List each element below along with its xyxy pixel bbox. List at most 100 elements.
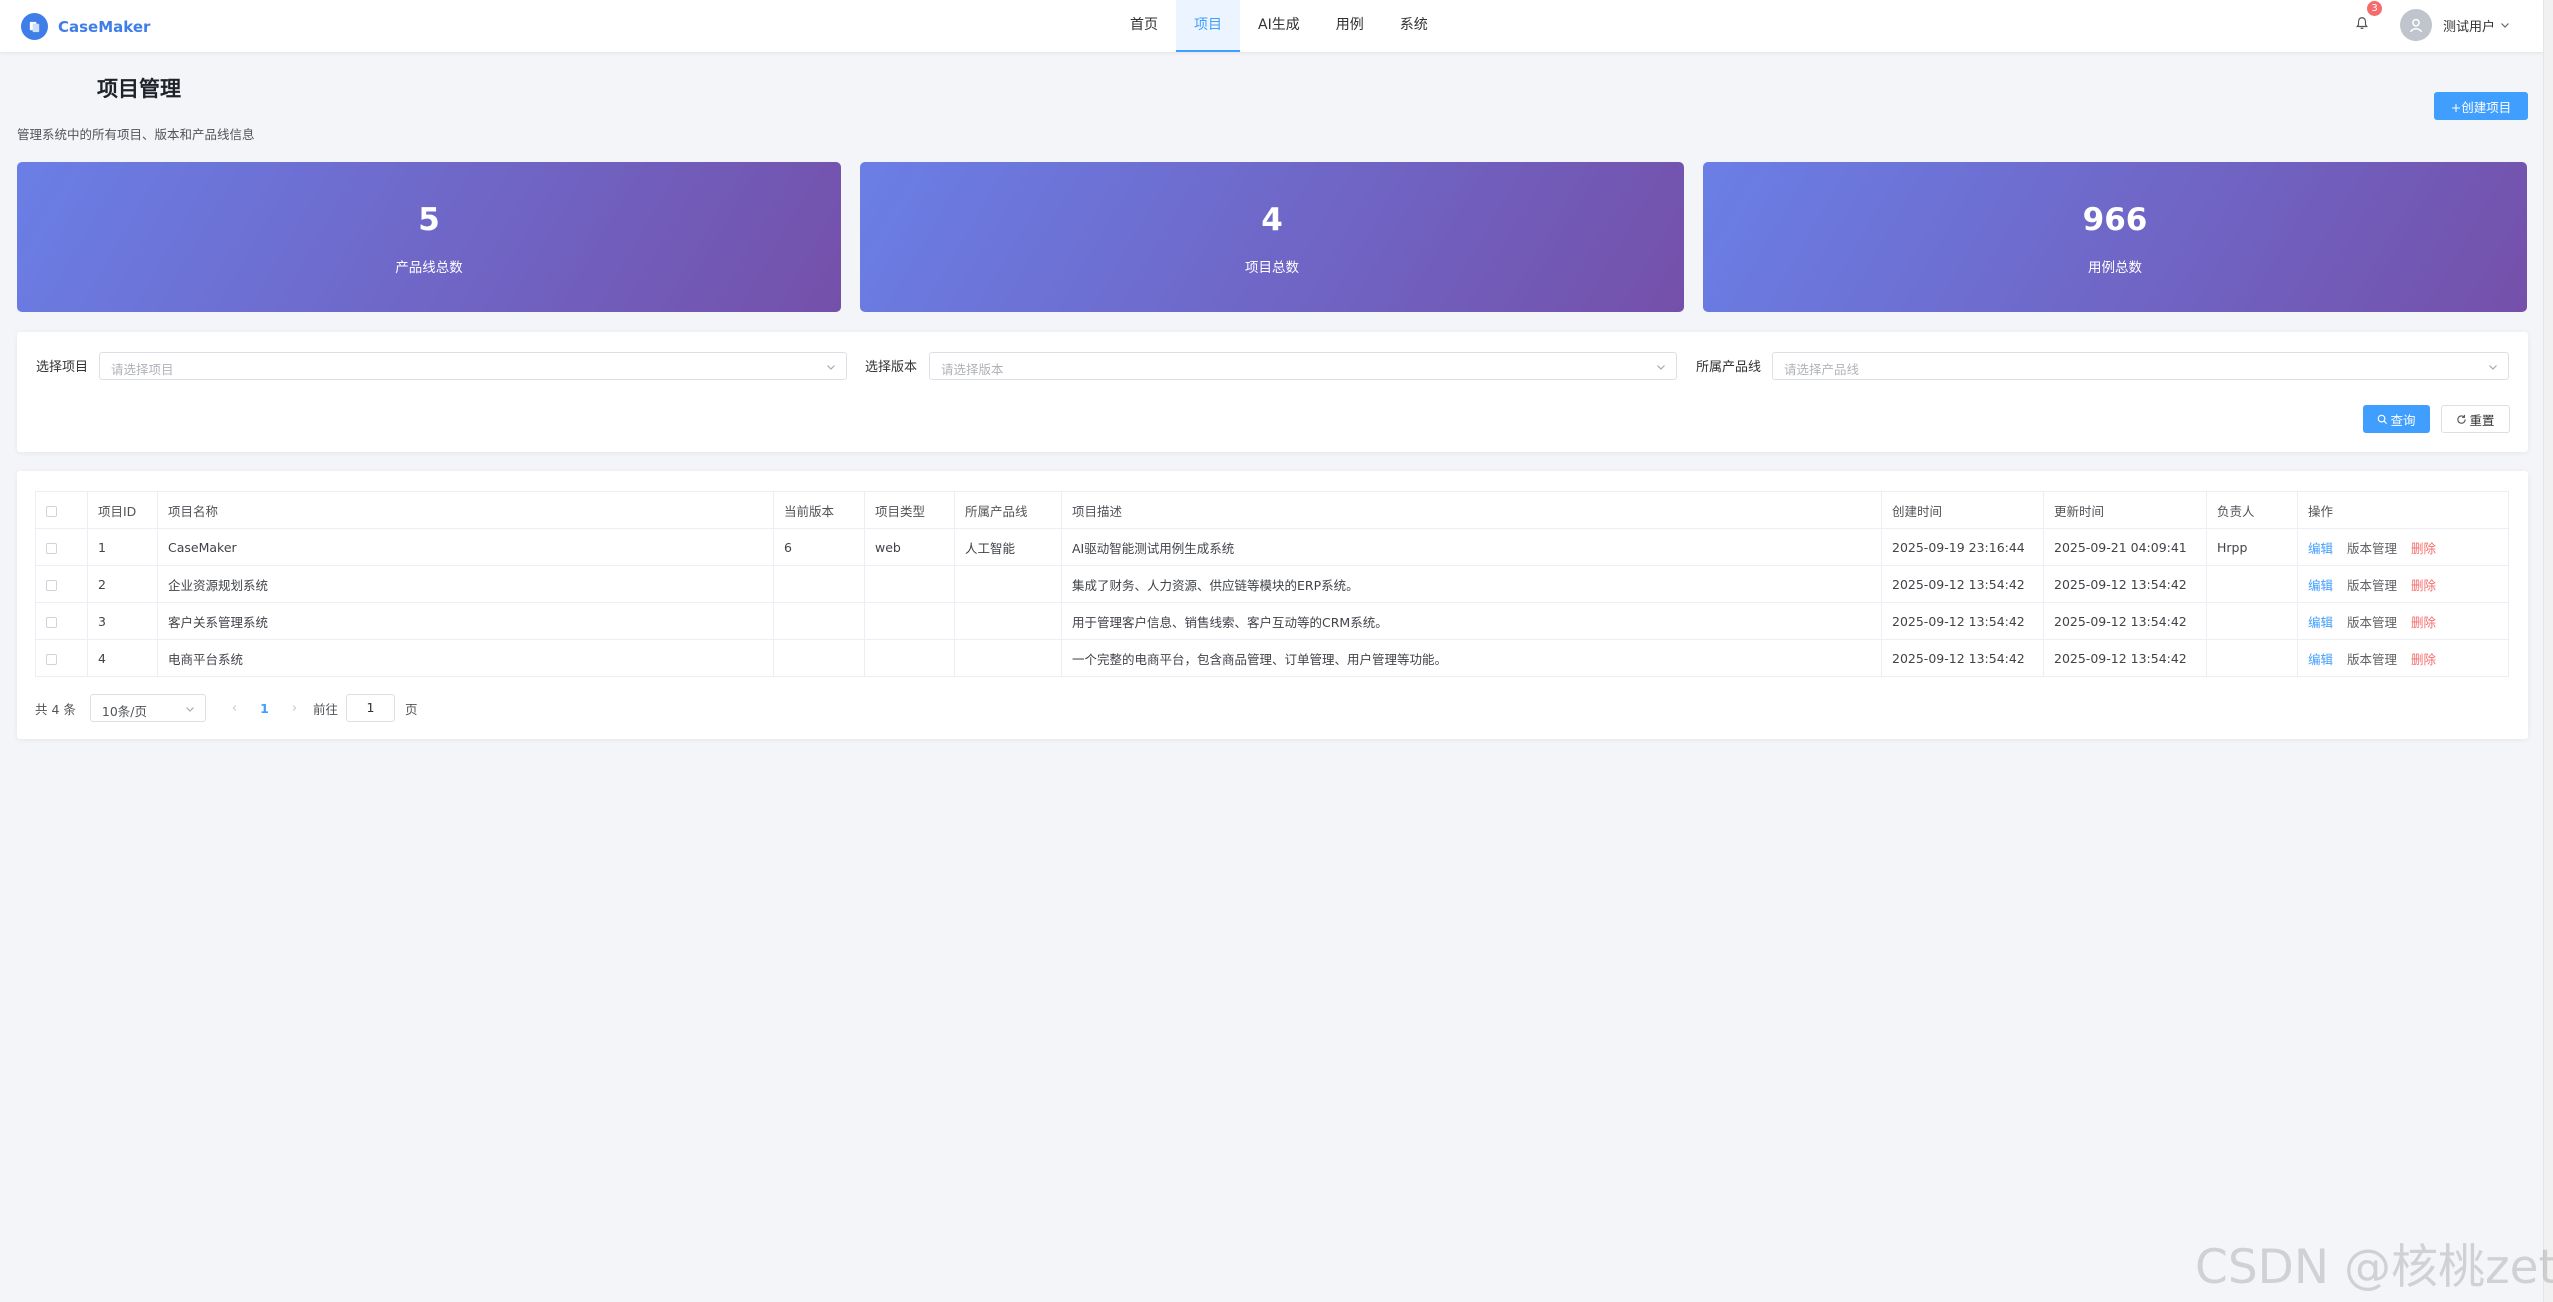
delete-link[interactable]: 删除 — [2411, 578, 2436, 593]
stat-value: 4 — [1261, 202, 1283, 238]
row-checkbox[interactable] — [46, 579, 57, 591]
notification-badge: 3 — [2367, 1, 2382, 16]
chevron-down-icon — [2489, 365, 2497, 370]
delete-link[interactable]: 删除 — [2411, 541, 2436, 556]
cell-id: 2 — [87, 565, 158, 603]
row-checkbox-cell[interactable] — [35, 565, 88, 603]
reset-button[interactable]: 重置 — [2441, 405, 2510, 433]
select-all-checkbox[interactable] — [46, 505, 57, 517]
nav-cases[interactable]: 用例 — [1318, 0, 1382, 52]
watermark: CSDN @核桃zet — [2195, 1240, 2553, 1295]
row-checkbox-cell[interactable] — [35, 528, 88, 566]
cell-name: 电商平台系统 — [157, 639, 774, 677]
chevron-down-icon — [185, 707, 194, 712]
app-logo[interactable]: CaseMaker — [21, 13, 150, 40]
delete-link[interactable]: 删除 — [2411, 615, 2436, 630]
delete-link[interactable]: 删除 — [2411, 652, 2436, 667]
page-unit-label: 页 — [405, 701, 418, 717]
cell-type: web — [864, 528, 955, 566]
table-row: 1 CaseMaker 6 web 人工智能 AI驱动智能测试用例生成系统 20… — [35, 528, 2509, 566]
edit-link[interactable]: 编辑 — [2308, 578, 2333, 593]
bell-icon[interactable] — [2355, 16, 2369, 30]
chevron-down-icon — [2501, 23, 2509, 28]
pagination: 共 4 条 10条/页 ‹ 1 › 前往 1 页 — [35, 694, 418, 722]
cell-product-line — [954, 602, 1062, 640]
version-filter-label: 选择版本 — [865, 360, 918, 375]
edit-link[interactable]: 编辑 — [2308, 652, 2333, 667]
version-manage-link[interactable]: 版本管理 — [2347, 652, 2397, 667]
edit-link[interactable]: 编辑 — [2308, 541, 2333, 556]
product-line-select[interactable]: 请选择产品线 — [1772, 352, 2509, 380]
cell-type — [864, 639, 955, 677]
version-manage-link[interactable]: 版本管理 — [2347, 541, 2397, 556]
stat-card-product-lines: 5 产品线总数 — [17, 162, 841, 312]
goto-page-input[interactable]: 1 — [346, 694, 396, 722]
project-table-panel: 项目ID 项目名称 当前版本 项目类型 所属产品线 项目描述 创建时间 更新时间… — [17, 471, 2528, 739]
cell-actions: 编辑 版本管理 删除 — [2297, 528, 2509, 566]
next-page-icon[interactable]: › — [292, 701, 297, 716]
nav-projects[interactable]: 项目 — [1176, 0, 1240, 52]
project-table: 项目ID 项目名称 当前版本 项目类型 所属产品线 项目描述 创建时间 更新时间… — [35, 491, 2509, 677]
cell-version — [773, 602, 865, 640]
chevron-down-icon — [1657, 365, 1665, 370]
cell-created: 2025-09-12 13:54:42 — [1881, 639, 2044, 677]
search-icon — [2378, 414, 2388, 424]
cell-actions: 编辑 版本管理 删除 — [2297, 602, 2509, 640]
cell-created: 2025-09-19 23:16:44 — [1881, 528, 2044, 566]
page-size-select[interactable]: 10条/页 — [89, 694, 206, 722]
nav-system[interactable]: 系统 — [1382, 0, 1446, 52]
main-nav: 首页 项目 AI生成 用例 系统 — [1112, 0, 1446, 52]
nav-ai-generate[interactable]: AI生成 — [1240, 0, 1318, 52]
column-header: 所属产品线 — [954, 491, 1062, 529]
row-checkbox-cell[interactable] — [35, 602, 88, 640]
column-header: 当前版本 — [773, 491, 865, 529]
edit-link[interactable]: 编辑 — [2308, 615, 2333, 630]
row-checkbox-cell[interactable] — [35, 639, 88, 677]
version-manage-link[interactable]: 版本管理 — [2347, 615, 2397, 630]
row-checkbox[interactable] — [46, 616, 57, 628]
stat-label: 用例总数 — [2088, 260, 2142, 276]
project-select-placeholder: 请选择项目 — [111, 362, 174, 377]
current-page[interactable]: 1 — [260, 701, 269, 716]
stat-card-projects: 4 项目总数 — [860, 162, 1684, 312]
stat-label: 产品线总数 — [395, 260, 463, 276]
cell-created: 2025-09-12 13:54:42 — [1881, 602, 2044, 640]
cell-name: 客户关系管理系统 — [157, 602, 774, 640]
filter-panel: 选择项目 请选择项目 选择版本 请选择版本 所属产品线 请选择产品线 查询 重置 — [17, 332, 2528, 452]
nav-home[interactable]: 首页 — [1112, 0, 1176, 52]
page-title: 项目管理 — [97, 77, 181, 101]
product-line-select-placeholder: 请选择产品线 — [1784, 362, 1860, 377]
row-checkbox[interactable] — [46, 542, 57, 554]
cell-product-line — [954, 565, 1062, 603]
column-header: 项目描述 — [1061, 491, 1882, 529]
prev-page-icon[interactable]: ‹ — [232, 701, 237, 716]
column-header: 创建时间 — [1881, 491, 2044, 529]
project-filter-label: 选择项目 — [36, 360, 89, 375]
app-name: CaseMaker — [58, 17, 151, 36]
column-header: 项目类型 — [864, 491, 955, 529]
user-menu[interactable]: 测试用户 — [2400, 9, 2510, 41]
row-checkbox[interactable] — [46, 653, 57, 665]
cell-updated: 2025-09-12 13:54:42 — [2043, 639, 2207, 677]
user-icon — [2409, 18, 2423, 33]
cell-owner — [2206, 639, 2298, 677]
page-size-value: 10条/页 — [101, 704, 148, 719]
cell-updated: 2025-09-21 04:09:41 — [2043, 528, 2207, 566]
select-all-checkbox-cell[interactable] — [35, 491, 88, 529]
cell-actions: 编辑 版本管理 删除 — [2297, 565, 2509, 603]
reset-button-label: 重置 — [2469, 412, 2495, 428]
cell-name: CaseMaker — [157, 528, 774, 566]
project-select[interactable]: 请选择项目 — [99, 352, 847, 380]
cell-owner: Hrpp — [2206, 528, 2298, 566]
vertical-scrollbar[interactable] — [2543, 0, 2553, 1302]
user-name: 测试用户 — [2443, 19, 2496, 35]
table-row: 2 企业资源规划系统 集成了财务、人力资源、供应链等模块的ERP系统。 2025… — [35, 565, 2509, 603]
stat-card-cases: 966 用例总数 — [1703, 162, 2527, 312]
page-subtitle: 管理系统中的所有项目、版本和产品线信息 — [17, 127, 255, 142]
query-button[interactable]: 查询 — [2363, 405, 2430, 433]
cell-updated: 2025-09-12 13:54:42 — [2043, 565, 2207, 603]
version-select[interactable]: 请选择版本 — [929, 352, 1677, 380]
version-manage-link[interactable]: 版本管理 — [2347, 578, 2397, 593]
table-row: 4 电商平台系统 一个完整的电商平台，包含商品管理、订单管理、用户管理等功能。 … — [35, 639, 2509, 677]
create-project-button[interactable]: +创建项目 — [2434, 92, 2528, 120]
